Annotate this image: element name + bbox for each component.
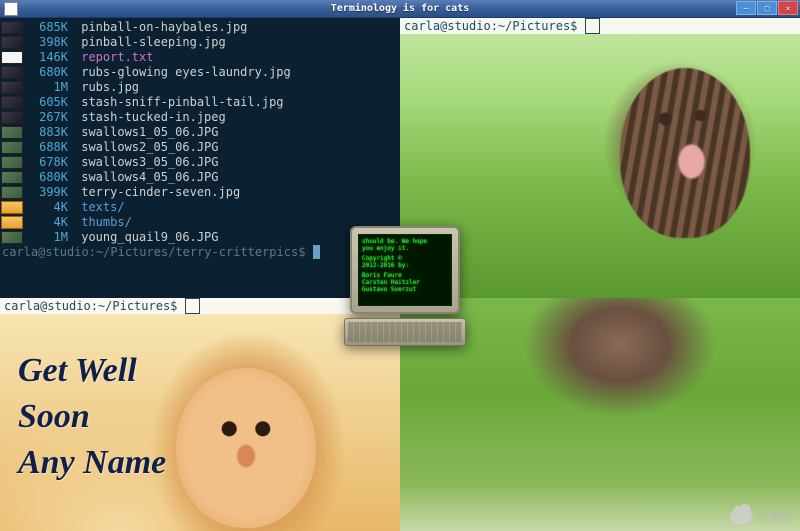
window-icon xyxy=(4,2,18,16)
about-dialog[interactable]: should be. We hope you enjoy it. Copyrig… xyxy=(340,226,470,358)
workspace: 685K pinball-on-haybales.jpg398K pinball… xyxy=(0,18,800,531)
maximize-button[interactable]: ▢ xyxy=(757,1,777,15)
file-size: 883K xyxy=(26,125,68,140)
about-line: Copyright © xyxy=(362,255,448,262)
file-thumbnail-icon xyxy=(1,36,23,49)
list-item: 1M rubs.jpg xyxy=(0,80,400,95)
prompt-top-right: carla@studio:~/Pictures$ xyxy=(400,18,800,34)
cursor-icon: _ xyxy=(313,245,320,259)
file-size: 399K xyxy=(26,185,68,200)
list-item: 4K texts/ xyxy=(0,200,400,215)
list-item: 146K report.txt xyxy=(0,50,400,65)
file-name: stash-sniff-pinball-tail.jpg xyxy=(74,95,284,110)
card-line-1: Get Well xyxy=(18,348,166,394)
file-thumbnail-icon xyxy=(1,51,23,64)
list-item: 678K swallows3_05_06.JPG xyxy=(0,155,400,170)
card-line-3: Any Name xyxy=(18,440,166,486)
list-item: 680K rubs-glowing eyes-laundry.jpg xyxy=(0,65,400,80)
file-size: 688K xyxy=(26,140,68,155)
file-size: 267K xyxy=(26,110,68,125)
file-thumbnail-icon xyxy=(1,126,23,139)
file-size: 1M xyxy=(26,80,68,95)
file-name: swallows4_05_06.JPG xyxy=(74,170,219,185)
file-size: 605K xyxy=(26,95,68,110)
monitor-icon: should be. We hope you enjoy it. Copyrig… xyxy=(350,226,460,314)
file-thumbnail-icon xyxy=(1,171,23,184)
about-line: you enjoy it. xyxy=(362,245,448,252)
file-name: rubs.jpg xyxy=(74,80,139,95)
file-thumbnail-icon xyxy=(1,66,23,79)
list-item: 680K swallows4_05_06.JPG xyxy=(0,170,400,185)
file-thumbnail-icon xyxy=(1,111,23,124)
file-name: thumbs/ xyxy=(74,215,132,230)
prompt-text: carla@studio:~/Pictures/terry-critterpic… xyxy=(2,245,305,259)
file-size: 146K xyxy=(26,50,68,65)
list-item: 685K pinball-on-haybales.jpg xyxy=(0,20,400,35)
about-line: Gustavo Sverzut xyxy=(362,286,448,293)
file-name: texts/ xyxy=(74,200,125,215)
about-screen: should be. We hope you enjoy it. Copyrig… xyxy=(358,234,452,306)
list-item: 883K swallows1_05_06.JPG xyxy=(0,125,400,140)
close-button[interactable]: ✕ xyxy=(778,1,798,15)
file-name: stash-tucked-in.jpeg xyxy=(74,110,226,125)
minimize-button[interactable]: — xyxy=(736,1,756,15)
file-thumbnail-icon xyxy=(1,96,23,109)
watermark-text: 亿速云 xyxy=(756,508,792,525)
file-size: 685K xyxy=(26,20,68,35)
list-item: 688K swallows2_05_06.JPG xyxy=(0,140,400,155)
card-line-2: Soon xyxy=(18,394,166,440)
about-line: Carsten Haitzler xyxy=(362,279,448,286)
file-thumbnail-icon xyxy=(1,141,23,154)
watermark: 亿速云 xyxy=(730,508,792,525)
about-line: 2012-2016 by: xyxy=(362,262,448,269)
file-name: rubs-glowing eyes-laundry.jpg xyxy=(74,65,291,80)
file-size: 678K xyxy=(26,155,68,170)
file-thumbnail-icon xyxy=(1,81,23,94)
file-thumbnail-icon xyxy=(1,156,23,169)
prompt-text: carla@studio:~/Pictures$ xyxy=(404,19,585,33)
window-titlebar: Terminology is for cats — ▢ ✕ xyxy=(0,0,800,18)
file-thumbnail-icon xyxy=(1,216,23,229)
window-controls: — ▢ ✕ xyxy=(736,1,798,15)
file-thumbnail-icon xyxy=(1,201,23,214)
file-name: swallows3_05_06.JPG xyxy=(74,155,219,170)
card-message: Get Well Soon Any Name xyxy=(18,348,166,486)
list-item: 399K terry-cinder-seven.jpg xyxy=(0,185,400,200)
file-name: swallows1_05_06.JPG xyxy=(74,125,219,140)
window-title: Terminology is for cats xyxy=(331,3,469,14)
file-name: swallows2_05_06.JPG xyxy=(74,140,219,155)
prompt-text: carla@studio:~/Pictures$ xyxy=(4,299,185,313)
file-name: pinball-sleeping.jpg xyxy=(74,35,226,50)
file-name: report.txt xyxy=(74,50,153,65)
keyboard-icon xyxy=(344,318,466,346)
file-size: 680K xyxy=(26,170,68,185)
file-size: 1M xyxy=(26,230,68,245)
file-listing: 685K pinball-on-haybales.jpg398K pinball… xyxy=(0,20,400,245)
cloud-icon xyxy=(730,510,752,524)
list-item: 398K pinball-sleeping.jpg xyxy=(0,35,400,50)
file-thumbnail-icon xyxy=(1,186,23,199)
file-size: 4K xyxy=(26,200,68,215)
file-thumbnail-icon xyxy=(1,231,23,244)
about-line: Boris Faure xyxy=(362,272,448,279)
file-thumbnail-icon xyxy=(1,21,23,34)
cursor-icon xyxy=(585,18,600,34)
list-item: 605K stash-sniff-pinball-tail.jpg xyxy=(0,95,400,110)
file-size: 398K xyxy=(26,35,68,50)
file-size: 4K xyxy=(26,215,68,230)
cursor-icon xyxy=(185,298,200,314)
file-name: pinball-on-haybales.jpg xyxy=(74,20,247,35)
about-line: should be. We hope xyxy=(362,238,448,245)
list-item: 267K stash-tucked-in.jpeg xyxy=(0,110,400,125)
file-name: young_quail9_06.JPG xyxy=(74,230,219,245)
file-name: terry-cinder-seven.jpg xyxy=(74,185,240,200)
file-size: 680K xyxy=(26,65,68,80)
